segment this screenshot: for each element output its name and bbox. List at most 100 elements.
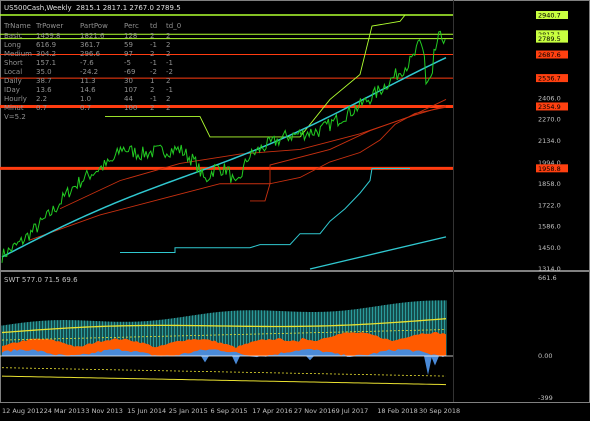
table-cell: 2 [150,32,154,40]
price-badge-label: 2789.5 [538,35,561,43]
table-cell: Medium [4,50,32,58]
table-cell: 30 [124,77,133,85]
cyan-step-line [120,167,410,253]
table-cell: 616.9 [36,41,56,49]
price-tick-label: 1314.0 [538,265,561,273]
table-cell: 2 [166,104,170,112]
table-cell: 0.7 [80,104,91,112]
table-cell: 35.0 [36,68,52,76]
table-cell: -2 [166,68,173,76]
date-tick-label: 6 Sep 2015 [211,407,248,415]
date-tick-label: 17 Apr 2016 [252,407,292,415]
table-cell: 1459.8 [36,32,61,40]
table-header: PartPow [80,22,108,30]
date-tick-label: 12 Aug 2012 [2,407,44,415]
table-cell: 2 [166,50,170,58]
table-cell: 2.2 [36,95,47,103]
table-cell: 13.6 [36,86,52,94]
table-cell: 100 [124,104,137,112]
table-cell: 361.7 [80,41,100,49]
indicator-tick-label: 661.6 [538,274,557,282]
table-cell: Minut [4,104,24,112]
cyan-trend-line [309,236,447,270]
indicator-spike [424,356,432,376]
table-cell: 2 [150,86,154,94]
date-axis: 12 Aug 2012 24 Mar 2013 3 Nov 2013 15 Jun 2… [2,407,460,415]
table-cell: -24.2 [80,68,98,76]
table-cell: 1.0 [80,95,91,103]
trading-chart[interactable]: US500Cash,Weekly 2815.1 2817.1 2767.0 27… [0,0,590,421]
moving-average-line [1,56,447,258]
chart-title: US500Cash,Weekly [4,4,72,12]
price-badge-label: 2940.7 [538,12,561,20]
indicator-tick-label: -399 [538,394,553,402]
table-header: TrName [3,22,31,30]
table-cell: 107 [124,86,137,94]
table-cell: 1 [150,77,154,85]
date-tick-label: 3 Nov 2013 [85,407,123,415]
price-tick-label: 2134.0 [538,137,561,145]
price-tick-label: 1722.0 [538,201,561,209]
price-tick-label: 1858.0 [538,180,561,188]
table-cell: 38.7 [36,77,52,85]
price-tick-label: 2406.0 [538,94,561,102]
table-cell: 2 [166,77,170,85]
table-cell: 0.7 [36,104,47,112]
price-badge-label: 2536.7 [538,75,561,83]
price-series-group [0,14,453,270]
table-cell: -1 [166,59,173,67]
table-cell: Local [4,68,22,76]
table-header: td [150,22,157,30]
table-cell: IDay [4,86,20,94]
table-cell: 59 [124,41,133,49]
table-footer: V=5.2 [4,113,26,121]
table-cell: 14.6 [80,86,96,94]
table-header: Perc [124,22,139,30]
price-badge-label: 2687.6 [538,51,561,59]
table-cell: -2 [150,68,157,76]
table-cell: Daily [4,77,22,85]
indicator-tick-label: 0.00 [538,352,552,360]
indicator-spike [431,356,439,366]
table-cell: 296.6 [80,50,101,58]
envelope-line [59,99,447,210]
indicator-yellow-lower [1,375,447,386]
price-axis: 2406.02270.02134.01994.01858.01722.01586… [536,11,568,273]
table-cell: Long [4,41,21,49]
date-tick-label: 18 Feb 2018 [377,407,417,415]
table-cell: -5 [124,59,131,67]
table-header: td_0 [166,22,181,30]
date-tick-label: 30 Sep 2018 [419,407,460,415]
envelope-line [250,106,447,202]
indicator-axis: 661.6 0.00 -399 [538,274,557,402]
price-line [1,30,446,263]
indicator-label: SWT 577.0 71.5 69.6 [4,276,78,284]
table-cell: 97 [124,50,133,58]
table-cell: 2 [150,50,154,58]
table-cell: 11.3 [80,77,96,85]
price-tick-label: 1450.0 [538,244,561,252]
table-cell: -1 [166,86,173,94]
table-cell: 2 [150,104,154,112]
price-badge-label: 2354.9 [538,103,561,111]
table-cell: -1 [150,95,157,103]
indicator-spike [306,356,314,361]
date-tick-label: 25 Jan 2015 [169,407,208,415]
table-cell: 44 [124,95,133,103]
table-cell: -69 [124,68,135,76]
table-cell: Basic [4,32,23,40]
table-cell: 2 [166,32,170,40]
indicator-series-group [0,300,453,386]
indicator-spike [232,356,240,365]
table-cell: -1 [150,59,157,67]
price-tick-label: 1586.0 [538,223,561,231]
table-cell: 128 [124,32,137,40]
price-badge-label: 1958.8 [538,165,561,173]
table-header: TrPower [35,22,63,30]
date-tick-label: 27 Nov 2016 [294,407,336,415]
price-tick-label: 2270.0 [538,116,561,124]
indicator-yellow-lower-dotted [1,367,447,377]
indicator-spike [201,356,209,363]
table-cell: Short [4,59,23,67]
date-tick-label: 9 Jul 2017 [336,407,369,415]
